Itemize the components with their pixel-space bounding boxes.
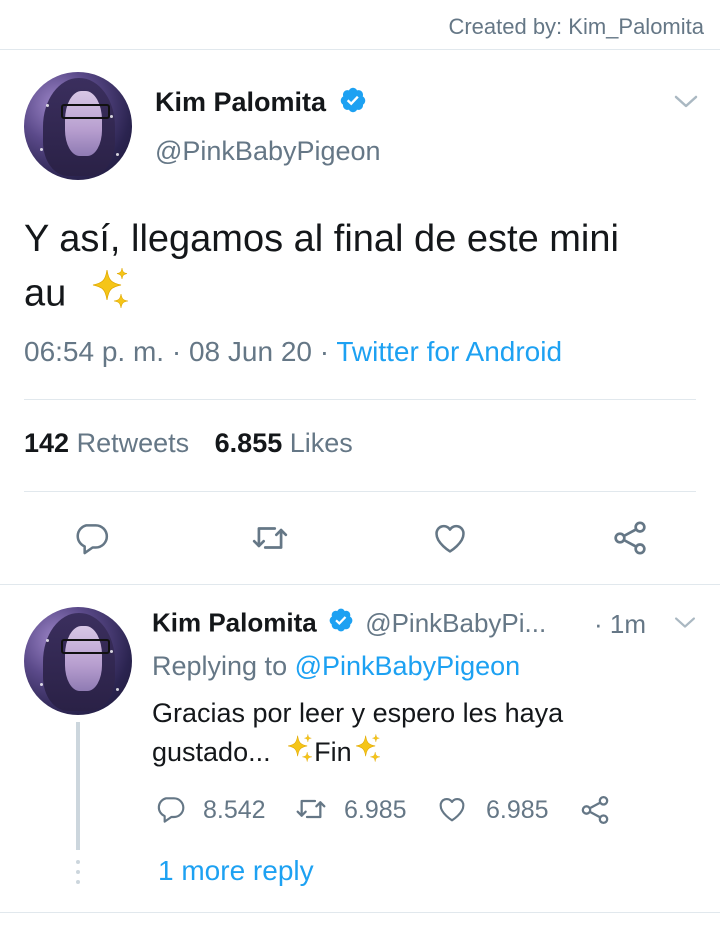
reply-text: Gracias por leer y espero les haya gusta… <box>152 694 672 774</box>
replying-prefix: Replying to <box>152 651 288 681</box>
sparkles-icon <box>87 266 131 325</box>
tweet-time: 06:54 p. m. <box>24 336 165 367</box>
like-icon[interactable] <box>430 519 470 557</box>
meta-separator: · <box>319 336 330 367</box>
reply-text-line2: gustado... Fin <box>152 733 672 774</box>
watermark-divider <box>0 49 720 50</box>
avatar-sparkle <box>40 147 44 151</box>
handle[interactable]: @PinkBabyPigeon <box>155 136 381 167</box>
bottom-divider <box>0 912 720 913</box>
chevron-down-icon[interactable] <box>673 93 699 111</box>
like-icon[interactable] <box>435 793 469 825</box>
reply-icon[interactable] <box>154 793 186 825</box>
retweet-icon[interactable] <box>293 793 329 825</box>
chevron-down-icon[interactable] <box>673 615 697 631</box>
like-count: 6.985 <box>486 796 549 824</box>
reply-handle[interactable]: @PinkBabyPi... <box>365 608 546 638</box>
reply-icon[interactable] <box>72 519 110 557</box>
avatar[interactable] <box>24 607 132 715</box>
replying-to-handle-link[interactable]: @PinkBabyPigeon <box>295 651 521 681</box>
tweet-meta: 06:54 p. m. · 08 Jun 20 · Twitter for An… <box>24 336 562 368</box>
author-name-row: Kim Palomita <box>155 86 367 120</box>
reply-text-part-b: Fin <box>314 737 352 767</box>
sparkles-icon <box>352 733 382 774</box>
retweets-count: 142 <box>24 428 70 458</box>
reply-display-name[interactable]: Kim Palomita <box>152 608 317 638</box>
tweet-source-link[interactable]: Twitter for Android <box>336 336 562 367</box>
reply-count: 8.542 <box>203 796 266 824</box>
retweet-icon[interactable] <box>250 519 290 557</box>
tweet-text: Y así, llegamos al final de este mini au <box>24 212 664 325</box>
likes-label: Likes <box>289 428 353 458</box>
retweet-count: 6.985 <box>344 796 407 824</box>
tweet-divider-1 <box>24 399 696 400</box>
watermark: Created by: Kim_Palomita <box>448 14 704 39</box>
reply-header: Kim Palomita @PinkBabyPi... <box>152 606 546 642</box>
likes-count: 6.855 <box>214 428 283 458</box>
reply-text-line1: Gracias por leer y espero les haya <box>152 698 564 728</box>
avatar-sparkle <box>40 682 44 686</box>
tweet-date: 08 Jun 20 <box>188 336 312 367</box>
likes-stat[interactable]: 6.855 Likes <box>215 428 353 458</box>
thread-line <box>76 722 80 850</box>
tweet-divider-2 <box>24 491 696 492</box>
engagement-stats: 142 Retweets 6.855 Likes <box>24 428 353 459</box>
reply-time: · 1m <box>594 609 646 639</box>
more-replies-link[interactable]: 1 more reply <box>158 855 314 887</box>
share-icon[interactable] <box>610 518 650 558</box>
retweets-label: Retweets <box>76 428 190 458</box>
avatar-glasses <box>60 639 111 655</box>
share-icon[interactable] <box>578 793 612 827</box>
replying-to-line: Replying to @PinkBabyPigeon <box>152 651 520 682</box>
thread-dot <box>76 880 80 884</box>
verified-badge-icon <box>339 86 367 119</box>
avatar-glasses <box>60 104 111 120</box>
sparkles-icon <box>284 733 314 774</box>
retweets-stat[interactable]: 142 Retweets <box>24 428 197 458</box>
avatar-face <box>65 626 102 692</box>
thread-dot <box>76 870 80 874</box>
thread-dot <box>76 860 80 864</box>
avatar-sparkle <box>115 688 119 691</box>
avatar-face <box>65 91 102 157</box>
avatar[interactable] <box>24 72 132 180</box>
display-name[interactable]: Kim Palomita <box>155 87 326 117</box>
avatar-sparkle <box>115 153 119 156</box>
reply-text-part-a: gustado... <box>152 737 271 767</box>
verified-badge-icon <box>328 607 354 640</box>
meta-separator: · <box>171 336 182 367</box>
section-divider <box>0 584 720 585</box>
